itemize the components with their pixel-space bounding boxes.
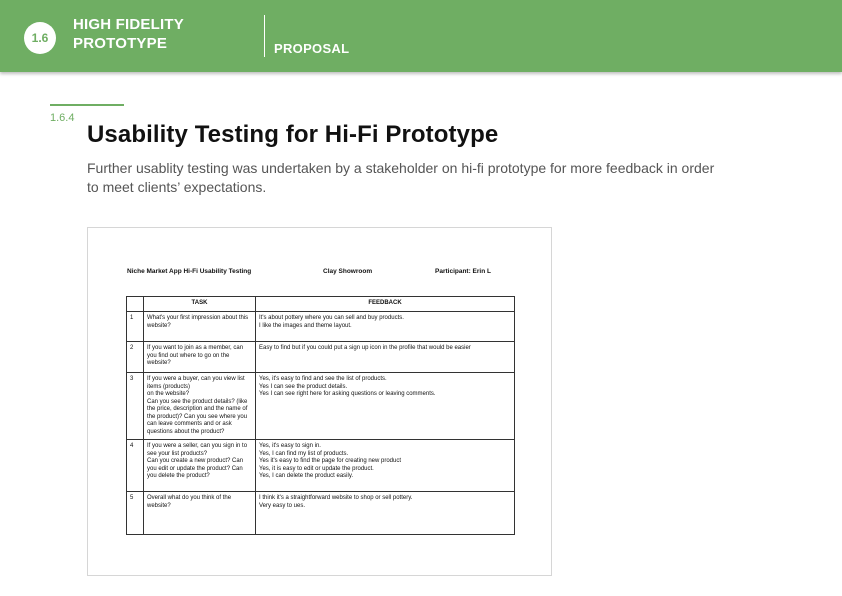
page-description: Further usablity testing was undertaken …	[87, 160, 715, 195]
row-number: 5	[126, 491, 144, 535]
feedback-cell: Easy to find but if you could put a sign…	[255, 341, 515, 373]
section-tag: PROPOSAL	[274, 41, 350, 56]
row-number: 2	[126, 341, 144, 373]
task-cell: If you want to join as a member, can you…	[143, 341, 256, 373]
task-cell: What's your first impression about this …	[143, 311, 256, 342]
usability-test-document: Niche Market App Hi-Fi Usability Testing…	[87, 227, 552, 576]
task-cell: If you were a seller, can you sign in to…	[143, 439, 256, 492]
task-cell: Overall what do you think of the website…	[143, 491, 256, 535]
subsection-number: 1.6.4	[50, 112, 75, 124]
table-row: 5 Overall what do you think of the websi…	[126, 491, 515, 535]
document-location: Clay Showroom	[323, 268, 373, 275]
section-title: HIGH FIDELITY PROTOTYPE	[73, 15, 184, 53]
usability-table: TASK FEEDBACK 1 What's your first impres…	[126, 296, 515, 535]
column-header-feedback: FEEDBACK	[255, 296, 515, 312]
column-header-number	[126, 296, 144, 312]
section-title-line-2: PROTOTYPE	[73, 35, 168, 52]
section-title-line-1: HIGH FIDELITY	[73, 16, 184, 33]
row-number: 3	[126, 372, 144, 440]
row-number: 4	[126, 439, 144, 492]
page-title: Usability Testing for Hi-Fi Prototype	[87, 121, 499, 148]
table-row: 2 If you want to join as a member, can y…	[126, 341, 515, 373]
accent-line	[50, 104, 124, 106]
table-row: 3 If you were a buyer, can you view list…	[126, 372, 515, 440]
document-heading: Niche Market App Hi-Fi Usability Testing	[127, 268, 252, 275]
header-divider	[264, 15, 265, 57]
table-row: 4 If you were a seller, can you sign in …	[126, 439, 515, 492]
feedback-cell: It's about pottery where you can sell an…	[255, 311, 515, 342]
feedback-cell: Yes, it's easy to find and see the list …	[255, 372, 515, 440]
feedback-cell: I think it's a straightforward website t…	[255, 491, 515, 535]
document-participant: Participant: Erin L	[435, 268, 491, 275]
task-cell: If you were a buyer, can you view list i…	[143, 372, 256, 440]
feedback-cell: Yes, it's easy to sign in. Yes, I can fi…	[255, 439, 515, 492]
row-number: 1	[126, 311, 144, 342]
table-row: 1 What's your first impression about thi…	[126, 311, 515, 342]
section-header: 1.6 HIGH FIDELITY PROTOTYPE PROPOSAL	[0, 0, 842, 72]
table-header-row: TASK FEEDBACK	[126, 296, 515, 312]
section-number-badge: 1.6	[24, 22, 56, 54]
column-header-task: TASK	[143, 296, 256, 312]
